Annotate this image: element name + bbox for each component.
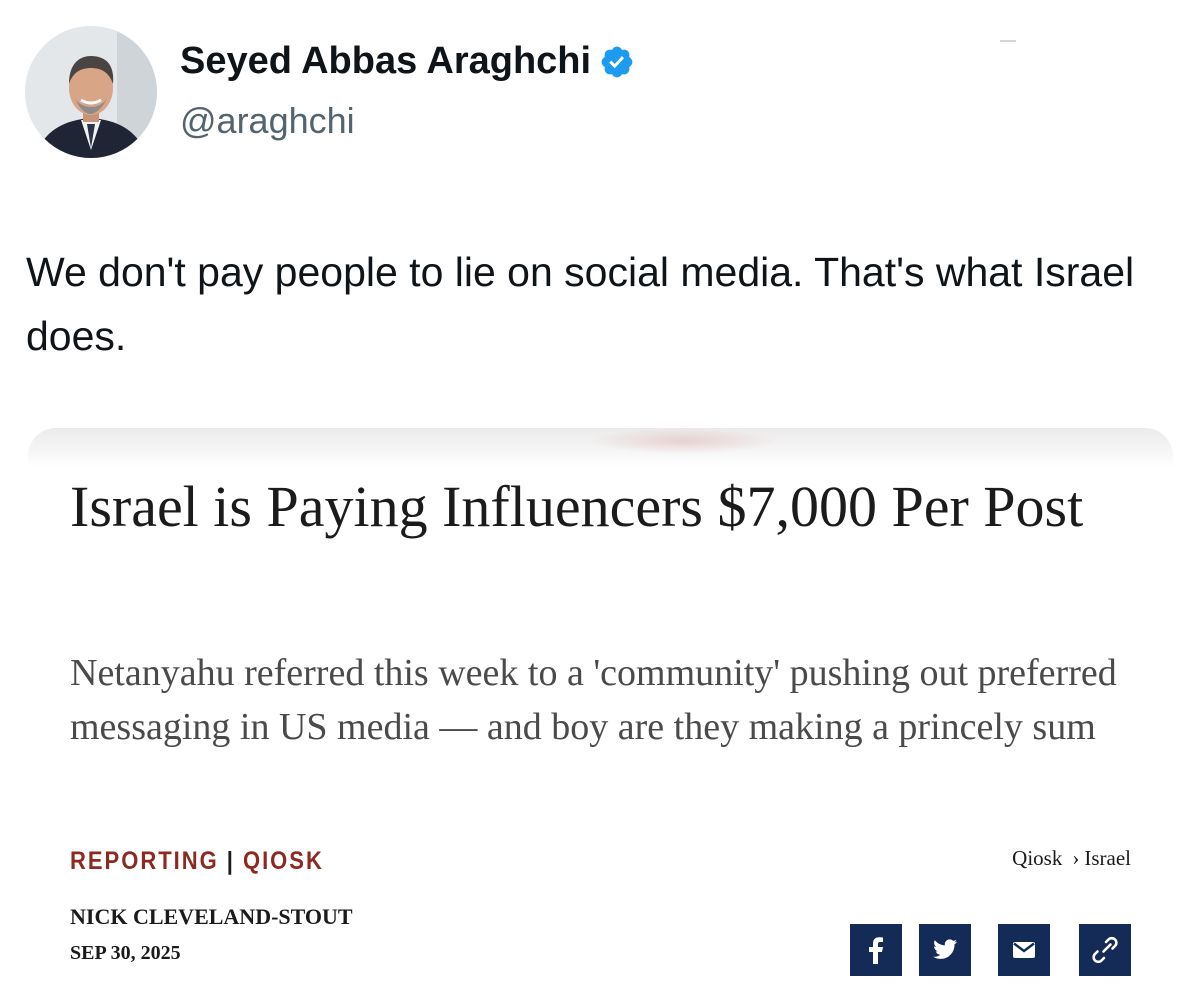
breadcrumb: Qiosk › Israel [1012,846,1131,871]
article-card[interactable]: Israel is Paying Influencers $7,000 Per … [28,428,1173,989]
breadcrumb-parent[interactable]: Qiosk [1012,846,1062,870]
share-link-button[interactable] [1079,924,1131,976]
author-handle[interactable]: @araghchi [180,100,355,142]
author-name-text: Seyed Abbas Araghchi [180,40,592,82]
author-display-name[interactable]: Seyed Abbas Araghchi [180,40,635,83]
section-separator: | [226,846,235,875]
header-divider-mark [1000,40,1016,42]
tweet-text: We don't pay people to lie on social med… [26,249,1135,359]
facebook-icon [869,937,883,964]
link-icon [1092,936,1118,964]
section-tag: REPORTING | QIOSK [70,846,324,876]
outlet-label[interactable]: QIOSK [243,846,324,875]
article-subheadline: Netanyahu referred this week to a 'commu… [70,652,1117,748]
article-date: SEP 30, 2025 [70,942,181,964]
email-icon [1013,942,1035,958]
avatar[interactable] [25,26,157,158]
article-byline[interactable]: NICK CLEVELAND-STOUT [70,904,353,930]
verified-badge-icon [599,44,635,80]
article-headline[interactable]: Israel is Paying Influencers $7,000 Per … [70,470,1150,543]
card-top-accent [588,428,778,454]
share-twitter-button[interactable] [919,924,971,976]
twitter-icon [933,939,957,959]
section-label[interactable]: REPORTING [70,846,219,875]
breadcrumb-current[interactable]: Israel [1084,846,1131,870]
share-email-button[interactable] [998,924,1050,976]
breadcrumb-chevron-icon: › [1072,846,1080,870]
share-facebook-button[interactable] [850,924,902,976]
profile-photo-icon [25,26,157,158]
